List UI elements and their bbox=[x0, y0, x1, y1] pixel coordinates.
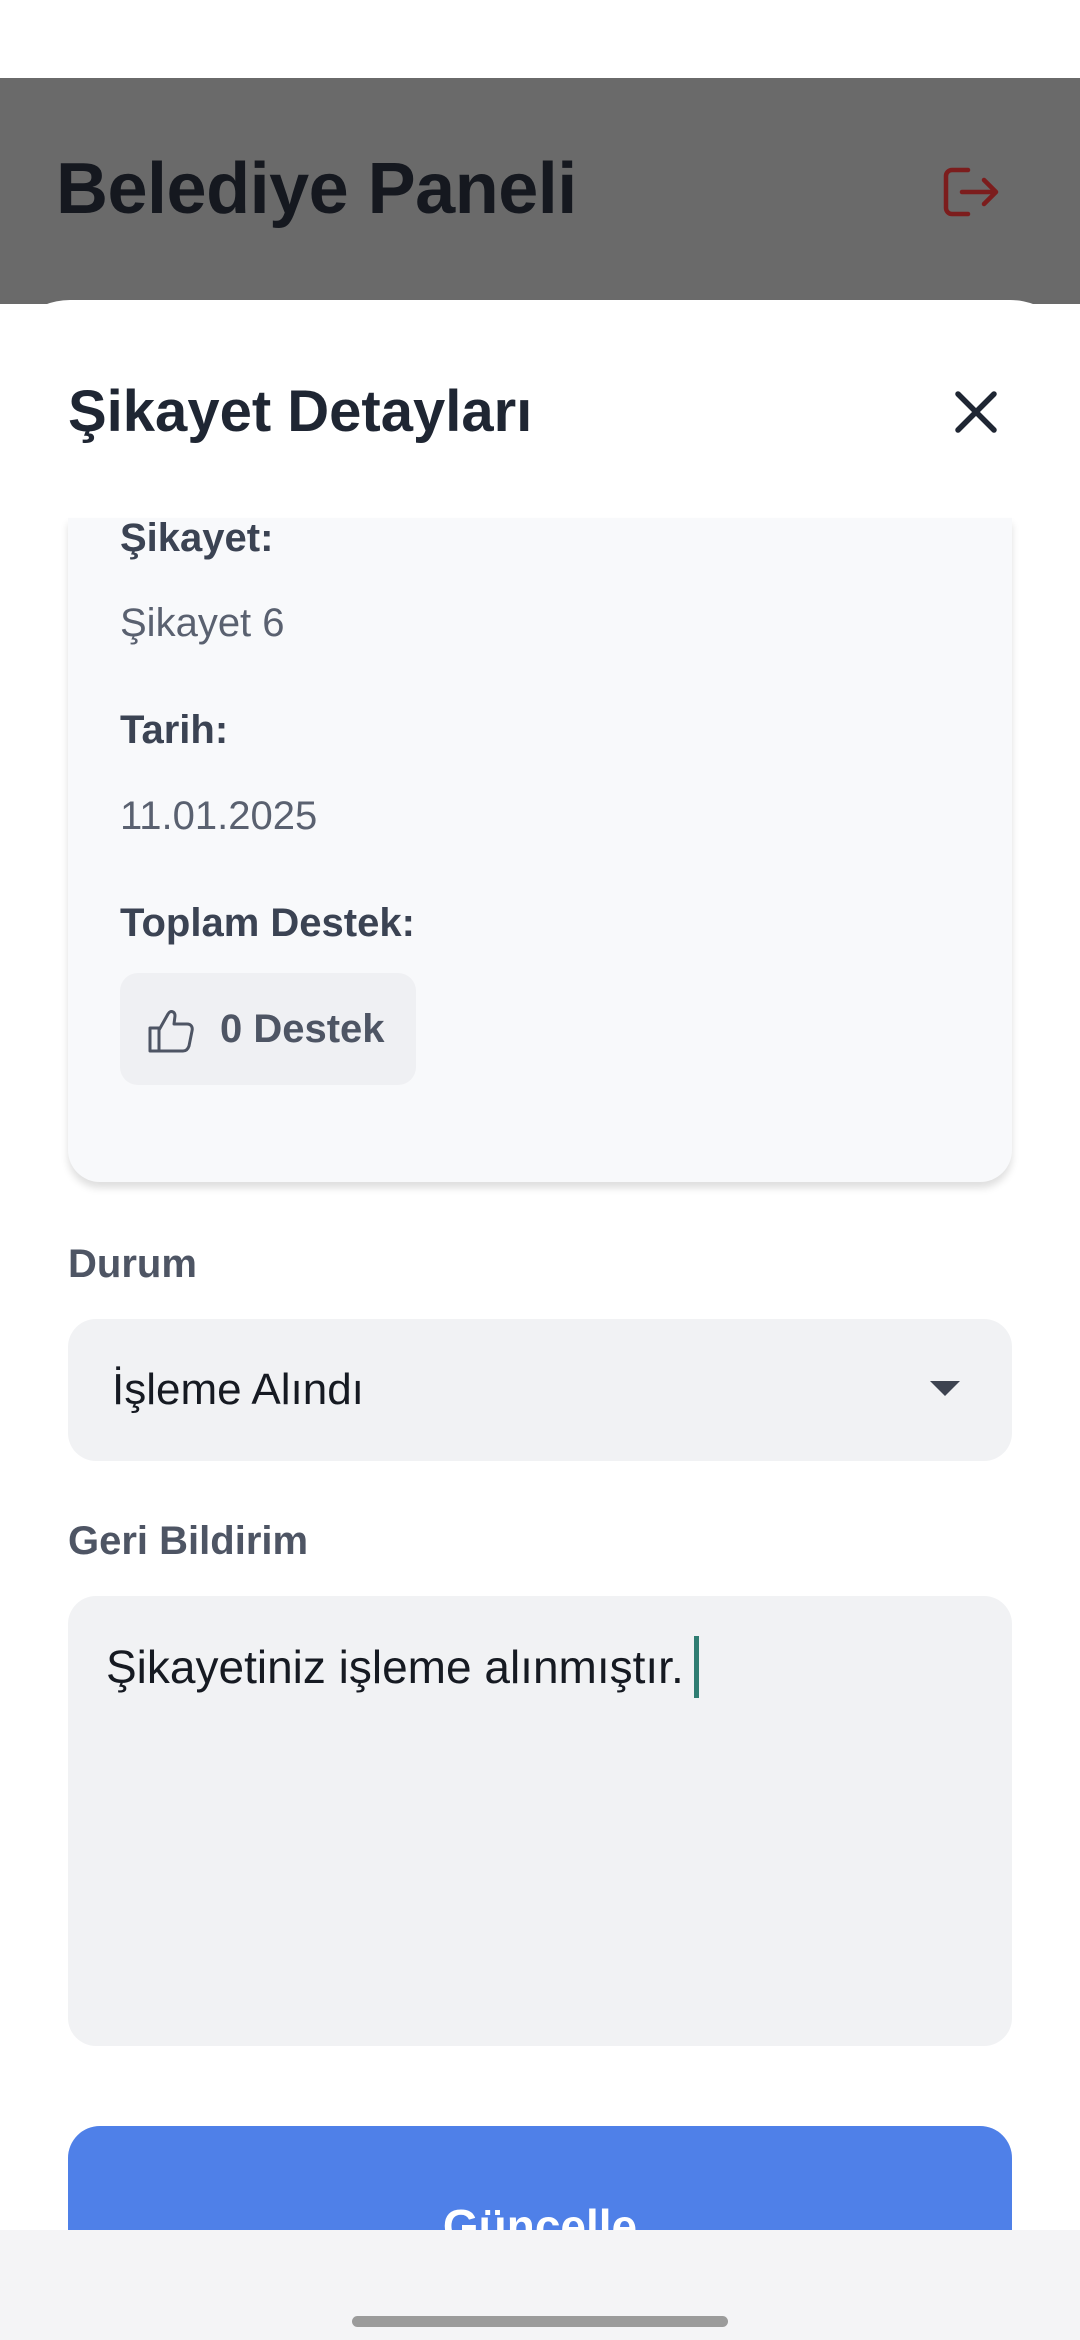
support-label: Toplam Destek: bbox=[120, 901, 415, 945]
logout-icon[interactable] bbox=[942, 164, 1002, 220]
support-count: 0 Destek bbox=[220, 1007, 385, 1051]
feedback-text: Şikayetiniz işleme alınmıştır. bbox=[106, 1636, 699, 1702]
system-navigation-bar bbox=[0, 2230, 1080, 2340]
dropdown-arrow-icon bbox=[930, 1381, 960, 1396]
status-dropdown[interactable]: İşleme Alındı bbox=[68, 1319, 1012, 1461]
status-selected-value: İşleme Alındı bbox=[112, 1365, 364, 1414]
complaint-label: Şikayet: bbox=[120, 516, 274, 560]
feedback-label: Geri Bildirim bbox=[68, 1519, 309, 1563]
support-count-badge: 0 Destek bbox=[120, 973, 416, 1085]
sheet-title: Şikayet Detayları bbox=[68, 379, 533, 444]
date-label: Tarih: bbox=[120, 708, 229, 752]
home-indicator[interactable] bbox=[352, 2316, 728, 2327]
date-value: 11.01.2025 bbox=[120, 794, 318, 838]
feedback-textarea[interactable]: Şikayetiniz işleme alınmıştır. bbox=[68, 1596, 1012, 2046]
complaint-details-card: Şikayet: Şikayet 6 Tarih: 11.01.2025 Top… bbox=[68, 516, 1012, 1182]
app-header: Belediye Paneli bbox=[0, 78, 1080, 304]
status-label: Durum bbox=[68, 1242, 197, 1286]
feedback-value: Şikayetiniz işleme alınmıştır. bbox=[106, 1641, 684, 1694]
close-icon[interactable] bbox=[952, 388, 1000, 436]
text-cursor bbox=[693, 1636, 699, 1698]
complaint-value: Şikayet 6 bbox=[120, 601, 285, 645]
thumbs-up-icon bbox=[148, 1010, 194, 1053]
complaint-detail-sheet: Şikayet Detayları Şikayet: Şikayet 6 Tar… bbox=[0, 300, 1080, 2240]
update-button[interactable]: Güncelle bbox=[68, 2126, 1012, 2240]
app-title: Belediye Paneli bbox=[56, 149, 577, 229]
status-bar bbox=[0, 0, 1080, 78]
